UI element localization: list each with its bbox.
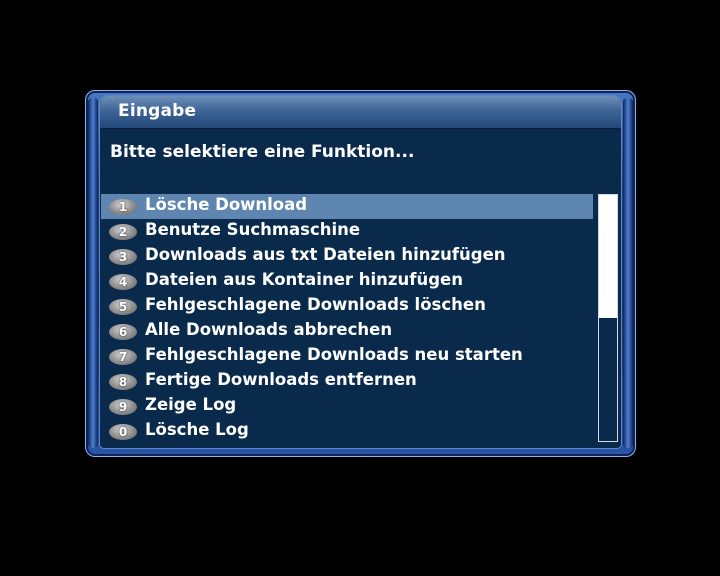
frame-left-edge bbox=[88, 98, 98, 448]
number-key-badge: 9 bbox=[109, 399, 137, 415]
list-item[interactable]: 0 Lösche Log bbox=[101, 419, 593, 444]
number-key-badge: 3 bbox=[109, 249, 137, 265]
dialog-prompt: Bitte selektiere eine Funktion... bbox=[110, 142, 415, 162]
list-item[interactable]: 2 Benutze Suchmaschine bbox=[101, 219, 593, 244]
number-key-badge: 2 bbox=[109, 224, 137, 240]
list-item-label: Downloads aus txt Dateien hinzufügen bbox=[145, 245, 506, 264]
list-item[interactable]: 5 Fehlgeschlagene Downloads löschen bbox=[101, 294, 593, 319]
number-key-badge: 8 bbox=[109, 374, 137, 390]
list-item-label: Zeige Log bbox=[145, 395, 237, 414]
list-item-label: Fehlgeschlagene Downloads löschen bbox=[145, 295, 486, 314]
list-item[interactable]: 6 Alle Downloads abbrechen bbox=[101, 319, 593, 344]
list-item-label: Dateien aus Kontainer hinzufügen bbox=[145, 270, 463, 289]
list-item[interactable]: 7 Fehlgeschlagene Downloads neu starten bbox=[101, 344, 593, 369]
list-item-label: Fertige Downloads entfernen bbox=[145, 370, 417, 389]
number-key-badge: 6 bbox=[109, 324, 137, 340]
list-item-label: Alle Downloads abbrechen bbox=[145, 320, 393, 339]
list-scrollbar[interactable] bbox=[598, 194, 618, 442]
list-item[interactable]: 3 Downloads aus txt Dateien hinzufügen bbox=[101, 244, 593, 269]
list-item-label: Fehlgeschlagene Downloads neu starten bbox=[145, 345, 523, 364]
number-key-badge: 5 bbox=[109, 299, 137, 315]
list-item-label: Benutze Suchmaschine bbox=[145, 220, 361, 239]
dialog-title: Eingabe bbox=[118, 101, 197, 121]
frame-right-edge bbox=[623, 98, 633, 448]
function-list: 1 Lösche Download 2 Benutze Suchmaschine… bbox=[101, 194, 593, 444]
number-key-badge: 1 bbox=[109, 199, 137, 215]
list-item[interactable]: 4 Dateien aus Kontainer hinzufügen bbox=[101, 269, 593, 294]
number-key-badge: 0 bbox=[109, 424, 137, 440]
list-item[interactable]: 9 Zeige Log bbox=[101, 394, 593, 419]
list-item[interactable]: 8 Fertige Downloads entfernen bbox=[101, 369, 593, 394]
list-item[interactable]: 1 Lösche Download bbox=[101, 194, 593, 219]
number-key-badge: 7 bbox=[109, 349, 137, 365]
number-key-badge: 4 bbox=[109, 274, 137, 290]
scrollbar-thumb[interactable] bbox=[599, 195, 617, 318]
list-item-label: Lösche Download bbox=[145, 195, 308, 214]
list-item-label: Lösche Log bbox=[145, 420, 249, 439]
